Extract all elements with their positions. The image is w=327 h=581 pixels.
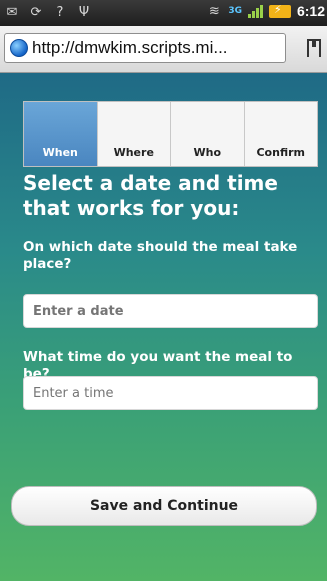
- wizard-tabs: When Where Who Confirm: [23, 101, 318, 167]
- page-content: When Where Who Confirm Select a date and…: [0, 73, 327, 581]
- system-icons: ≋ 3G 6:12: [206, 3, 325, 20]
- save-and-continue-button[interactable]: Save and Continue: [11, 486, 317, 526]
- url-text: http://dmwkim.scripts.mi...: [32, 38, 228, 57]
- bookmark-icon[interactable]: [307, 39, 321, 57]
- browser-url-bar: http://dmwkim.scripts.mi...: [0, 26, 327, 73]
- tab-who[interactable]: Who: [171, 102, 245, 166]
- url-field[interactable]: http://dmwkim.scripts.mi...: [4, 33, 286, 63]
- tab-confirm[interactable]: Confirm: [244, 102, 317, 166]
- page-title: Select a date and time that works for yo…: [23, 171, 278, 220]
- usb-icon: Ψ: [78, 4, 90, 20]
- signal-icon: [247, 4, 263, 18]
- time-input[interactable]: [23, 376, 318, 410]
- status-bar: ✉ ⟳ ? Ψ ≋ 3G 6:12: [0, 0, 327, 26]
- date-input[interactable]: [23, 294, 318, 328]
- date-question-label: On which date should the meal take place…: [23, 239, 298, 272]
- clock: 6:12: [296, 3, 325, 19]
- wifi-question-icon: ?: [56, 4, 64, 20]
- notification-icons: ✉ ⟳ ? Ψ: [4, 4, 92, 20]
- globe-icon: [10, 39, 28, 57]
- tab-where[interactable]: Where: [97, 102, 171, 166]
- battery-charging-icon: [268, 3, 291, 18]
- sync-icon: ⟳: [30, 4, 42, 20]
- vibrate-icon: ≋: [208, 3, 220, 19]
- network-type: 3G: [228, 6, 242, 16]
- mail-icon: ✉: [6, 4, 18, 20]
- tab-when[interactable]: When: [24, 102, 98, 166]
